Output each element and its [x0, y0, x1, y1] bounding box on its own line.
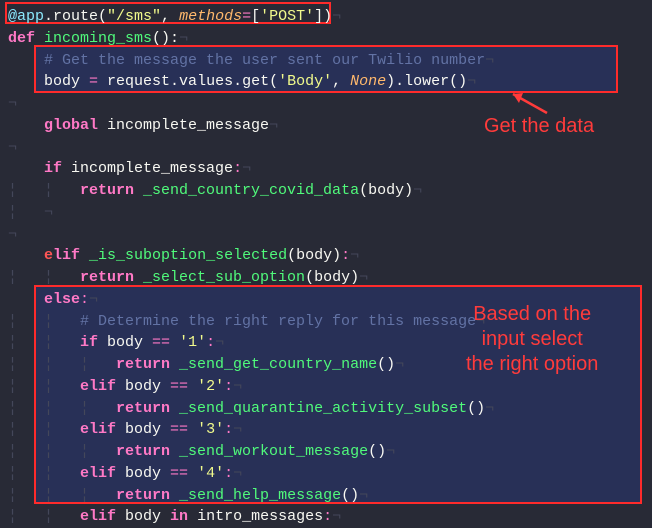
line-6-global: global incomplete_message¬	[8, 117, 278, 134]
line-11-blank: ¬	[8, 226, 17, 243]
line-22-elif: ¦ ¦ elif body == '4':¬	[8, 465, 242, 482]
line-5-blank: ¬	[8, 95, 17, 112]
line-20-elif: ¦ ¦ elif body == '3':¬	[8, 421, 242, 438]
line-16-if: ¦ ¦ if body == '1':¬	[8, 334, 224, 351]
line-9-return: ¦ ¦ return _send_country_covid_data(body…	[8, 182, 422, 199]
code-block: @app.route("/sms", methods=['POST'])¬ de…	[8, 6, 652, 528]
line-19-return: ¦ ¦ ¦ return _send_quarantine_activity_s…	[8, 400, 494, 417]
line-15-comment: ¦ ¦ # Determine the right reply for this…	[8, 313, 485, 330]
line-4-body-assign: body = request.values.get('Body', None).…	[8, 73, 476, 90]
line-1-decorator: @app.route("/sms", methods=['POST'])¬	[8, 8, 341, 25]
line-23-return: ¦ ¦ ¦ return _send_help_message()¬	[8, 487, 368, 504]
line-7-blank: ¬	[8, 139, 17, 156]
line-12-elif: elif _is_suboption_selected(body):¬	[8, 247, 359, 264]
line-18-elif: ¦ ¦ elif body == '2':¬	[8, 378, 242, 395]
line-13-return: ¦ ¦ return _select_sub_option(body)¬	[8, 269, 368, 286]
line-8-if: if incomplete_message:¬	[8, 160, 251, 177]
line-17-return: ¦ ¦ ¦ return _send_get_country_name()¬	[8, 356, 404, 373]
line-21-return: ¦ ¦ ¦ return _send_workout_message()¬	[8, 443, 395, 460]
line-10-blank: ¦ ¬	[8, 204, 53, 221]
line-2-def: def incoming_sms():¬	[8, 30, 188, 47]
line-14-else: else:¬	[8, 291, 98, 308]
line-24-elif: ¦ ¦ elif body in intro_messages:¬	[8, 508, 341, 525]
line-3-comment: # Get the message the user sent our Twil…	[8, 52, 494, 69]
